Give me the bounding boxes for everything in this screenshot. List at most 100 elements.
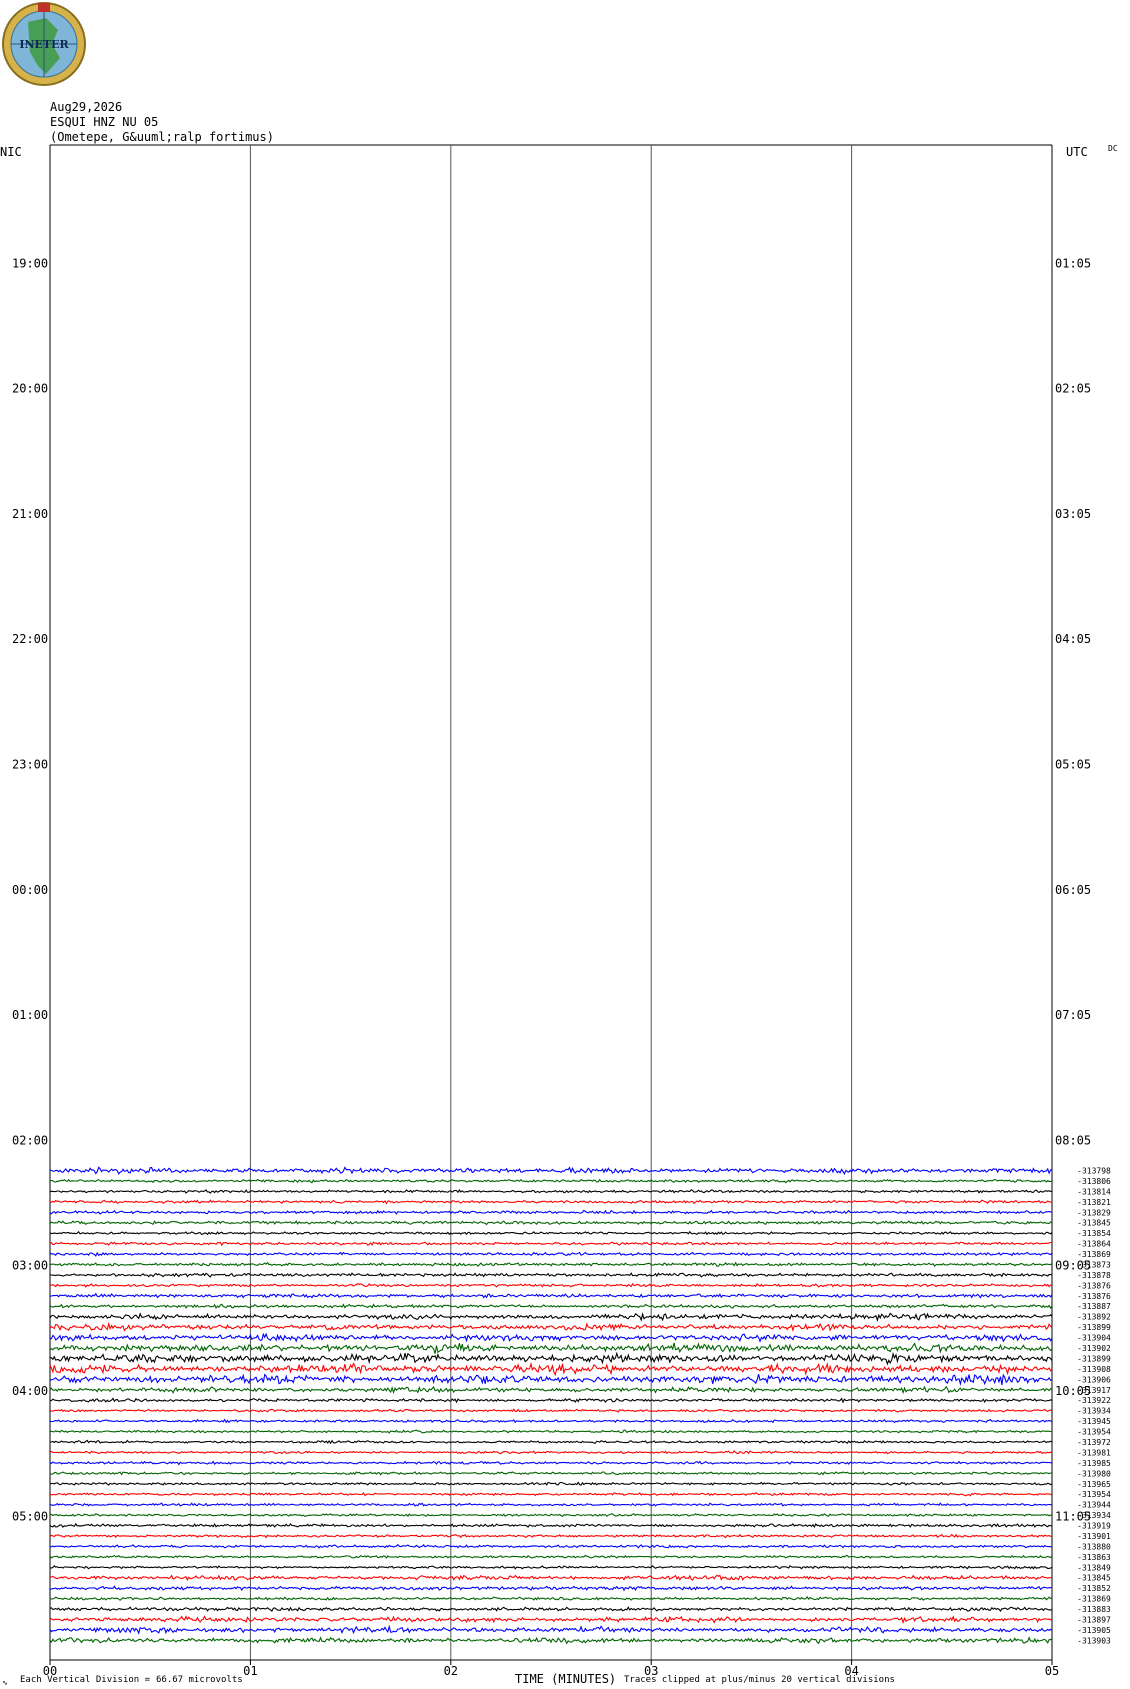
seismic-trace bbox=[49, 1565, 1053, 1570]
trace-value-label: -313934 bbox=[1077, 1511, 1111, 1520]
x-axis-label: TIME (MINUTES) bbox=[515, 1672, 616, 1686]
seismic-trace bbox=[49, 1481, 1053, 1486]
header-location: (Ometepe, G&uuml;ralp fortimus) bbox=[50, 130, 274, 144]
seismic-trace bbox=[49, 1522, 1052, 1529]
seismic-trace bbox=[49, 1272, 1052, 1278]
seismic-trace bbox=[49, 1361, 1053, 1377]
seismic-trace bbox=[49, 1418, 1053, 1424]
seismic-trace bbox=[49, 1460, 1053, 1466]
seismic-trace bbox=[49, 1450, 1053, 1455]
seismic-trace bbox=[49, 1166, 1053, 1175]
left-hour-label: 05:00 bbox=[12, 1509, 48, 1523]
left-hour-label: 23:00 bbox=[12, 758, 48, 772]
trace-value-label: -313814 bbox=[1077, 1187, 1111, 1196]
seismic-trace bbox=[49, 1408, 1053, 1413]
trace-value-label: -313899 bbox=[1077, 1354, 1111, 1363]
seismic-trace bbox=[50, 1543, 1053, 1549]
seismic-trace bbox=[49, 1220, 1053, 1226]
trace-value-label: -313965 bbox=[1077, 1480, 1111, 1489]
right-hour-label: 02:05 bbox=[1055, 382, 1091, 396]
right-hour-label: 06:05 bbox=[1055, 883, 1091, 897]
trace-value-labels: -313798-313806-313814 -313821-313829 -3138… bbox=[1077, 1167, 1111, 1646]
x-tick-label-02: 02 bbox=[444, 1664, 458, 1678]
trace-value-label: -313869 bbox=[1077, 1250, 1111, 1259]
seismic-trace bbox=[49, 1574, 1053, 1581]
left-axis-title: NIC bbox=[0, 145, 22, 159]
seismic-trace bbox=[49, 1209, 1053, 1215]
left-hour-label: 02:00 bbox=[12, 1133, 48, 1147]
left-hour-label: 19:00 bbox=[12, 256, 48, 270]
trace-value-label: -313934 bbox=[1077, 1407, 1111, 1416]
ineter-logo: INETER bbox=[2, 2, 86, 86]
seismic-trace bbox=[49, 1636, 1053, 1645]
seismic-trace bbox=[49, 1429, 1053, 1434]
trace-value-label: -313864 bbox=[1077, 1240, 1111, 1249]
trace-value-label: -313945 bbox=[1077, 1417, 1111, 1426]
seismic-trace bbox=[49, 1199, 1053, 1205]
left-hour-label: 01:00 bbox=[12, 1008, 48, 1022]
seismic-trace bbox=[49, 1502, 1053, 1507]
trace-value-label: -313821 bbox=[1077, 1198, 1111, 1207]
left-hour-label: 03:00 bbox=[12, 1259, 48, 1273]
trace-value-label: -313902 bbox=[1077, 1344, 1111, 1353]
seismic-trace bbox=[49, 1332, 1053, 1343]
seismic-trace bbox=[50, 1439, 1053, 1445]
trace-value-label: -313863 bbox=[1077, 1553, 1111, 1562]
trace-value-label: -313806 bbox=[1077, 1177, 1111, 1186]
seismic-trace bbox=[49, 1188, 1053, 1194]
left-hour-label: 21:00 bbox=[12, 507, 48, 521]
trace-value-label: -313901 bbox=[1077, 1532, 1111, 1541]
seismic-trace bbox=[49, 1533, 1053, 1539]
right-hour-label: 03:05 bbox=[1055, 507, 1091, 521]
trace-value-label: -313903 bbox=[1077, 1636, 1111, 1645]
trace-value-label: -313905 bbox=[1077, 1626, 1111, 1635]
trace-value-label: -313878 bbox=[1077, 1271, 1111, 1280]
trace-value-label: -313887 bbox=[1077, 1302, 1111, 1311]
seismic-trace bbox=[49, 1624, 1053, 1635]
trace-value-label: -313869 bbox=[1077, 1595, 1111, 1604]
trace-value-label: -313919 bbox=[1077, 1522, 1111, 1531]
x-tick-label-01: 01 bbox=[243, 1664, 257, 1678]
seismic-trace bbox=[49, 1303, 1053, 1309]
left-hour-label: 22:00 bbox=[12, 632, 48, 646]
seismic-trace bbox=[49, 1471, 1052, 1476]
seismic-trace bbox=[49, 1351, 1053, 1366]
seismic-trace bbox=[49, 1261, 1053, 1268]
seismic-trace bbox=[49, 1282, 1053, 1288]
seismic-trace bbox=[49, 1292, 1053, 1299]
seismic-trace bbox=[49, 1373, 1053, 1386]
right-axis-title: UTC bbox=[1066, 145, 1088, 159]
helicorder-plot: INETER Aug29,2026 ESQUI HNZ NU 05 (Omete… bbox=[0, 2, 1118, 1687]
trace-value-label: -313944 bbox=[1077, 1501, 1111, 1510]
plot-frame bbox=[49, 144, 1053, 1665]
trace-value-label: -313985 bbox=[1077, 1459, 1111, 1468]
seismic-trace bbox=[49, 1342, 1053, 1354]
seismic-trace bbox=[49, 1178, 1053, 1184]
seismic-trace bbox=[49, 1595, 1053, 1601]
left-hour-label: 20:00 bbox=[12, 382, 48, 396]
trace-value-label: -313852 bbox=[1077, 1584, 1111, 1593]
trace-value-label: -313908 bbox=[1077, 1365, 1111, 1374]
seismic-trace bbox=[49, 1230, 1053, 1236]
trace-value-label: -313829 bbox=[1077, 1208, 1111, 1217]
trace-value-label: -313873 bbox=[1077, 1260, 1111, 1269]
right-hour-label: 08:05 bbox=[1055, 1133, 1091, 1147]
right-hour-label: 05:05 bbox=[1055, 758, 1091, 772]
seismic-trace bbox=[49, 1241, 1053, 1247]
seismic-trace bbox=[49, 1311, 1053, 1322]
clip-note: Traces clipped at plus/minus 20 vertical… bbox=[624, 1675, 895, 1685]
left-hour-label: 00:00 bbox=[12, 883, 48, 897]
seismic-traces bbox=[49, 1166, 1053, 1645]
trace-value-label: -313883 bbox=[1077, 1605, 1111, 1614]
trace-value-label: -313954 bbox=[1077, 1428, 1111, 1437]
right-hour-label: 04:05 bbox=[1055, 632, 1091, 646]
seismic-trace bbox=[49, 1615, 1053, 1625]
trace-value-label: -313876 bbox=[1077, 1281, 1111, 1290]
trace-value-label: -313980 bbox=[1077, 1469, 1111, 1478]
trace-value-label: -313899 bbox=[1077, 1323, 1111, 1332]
trace-value-label: -313922 bbox=[1077, 1396, 1111, 1405]
trace-value-label: -313892 bbox=[1077, 1313, 1111, 1322]
seismic-trace bbox=[49, 1251, 1053, 1257]
scale-value: 66.67 microvolts bbox=[156, 1675, 243, 1685]
seismic-trace bbox=[49, 1585, 1053, 1592]
